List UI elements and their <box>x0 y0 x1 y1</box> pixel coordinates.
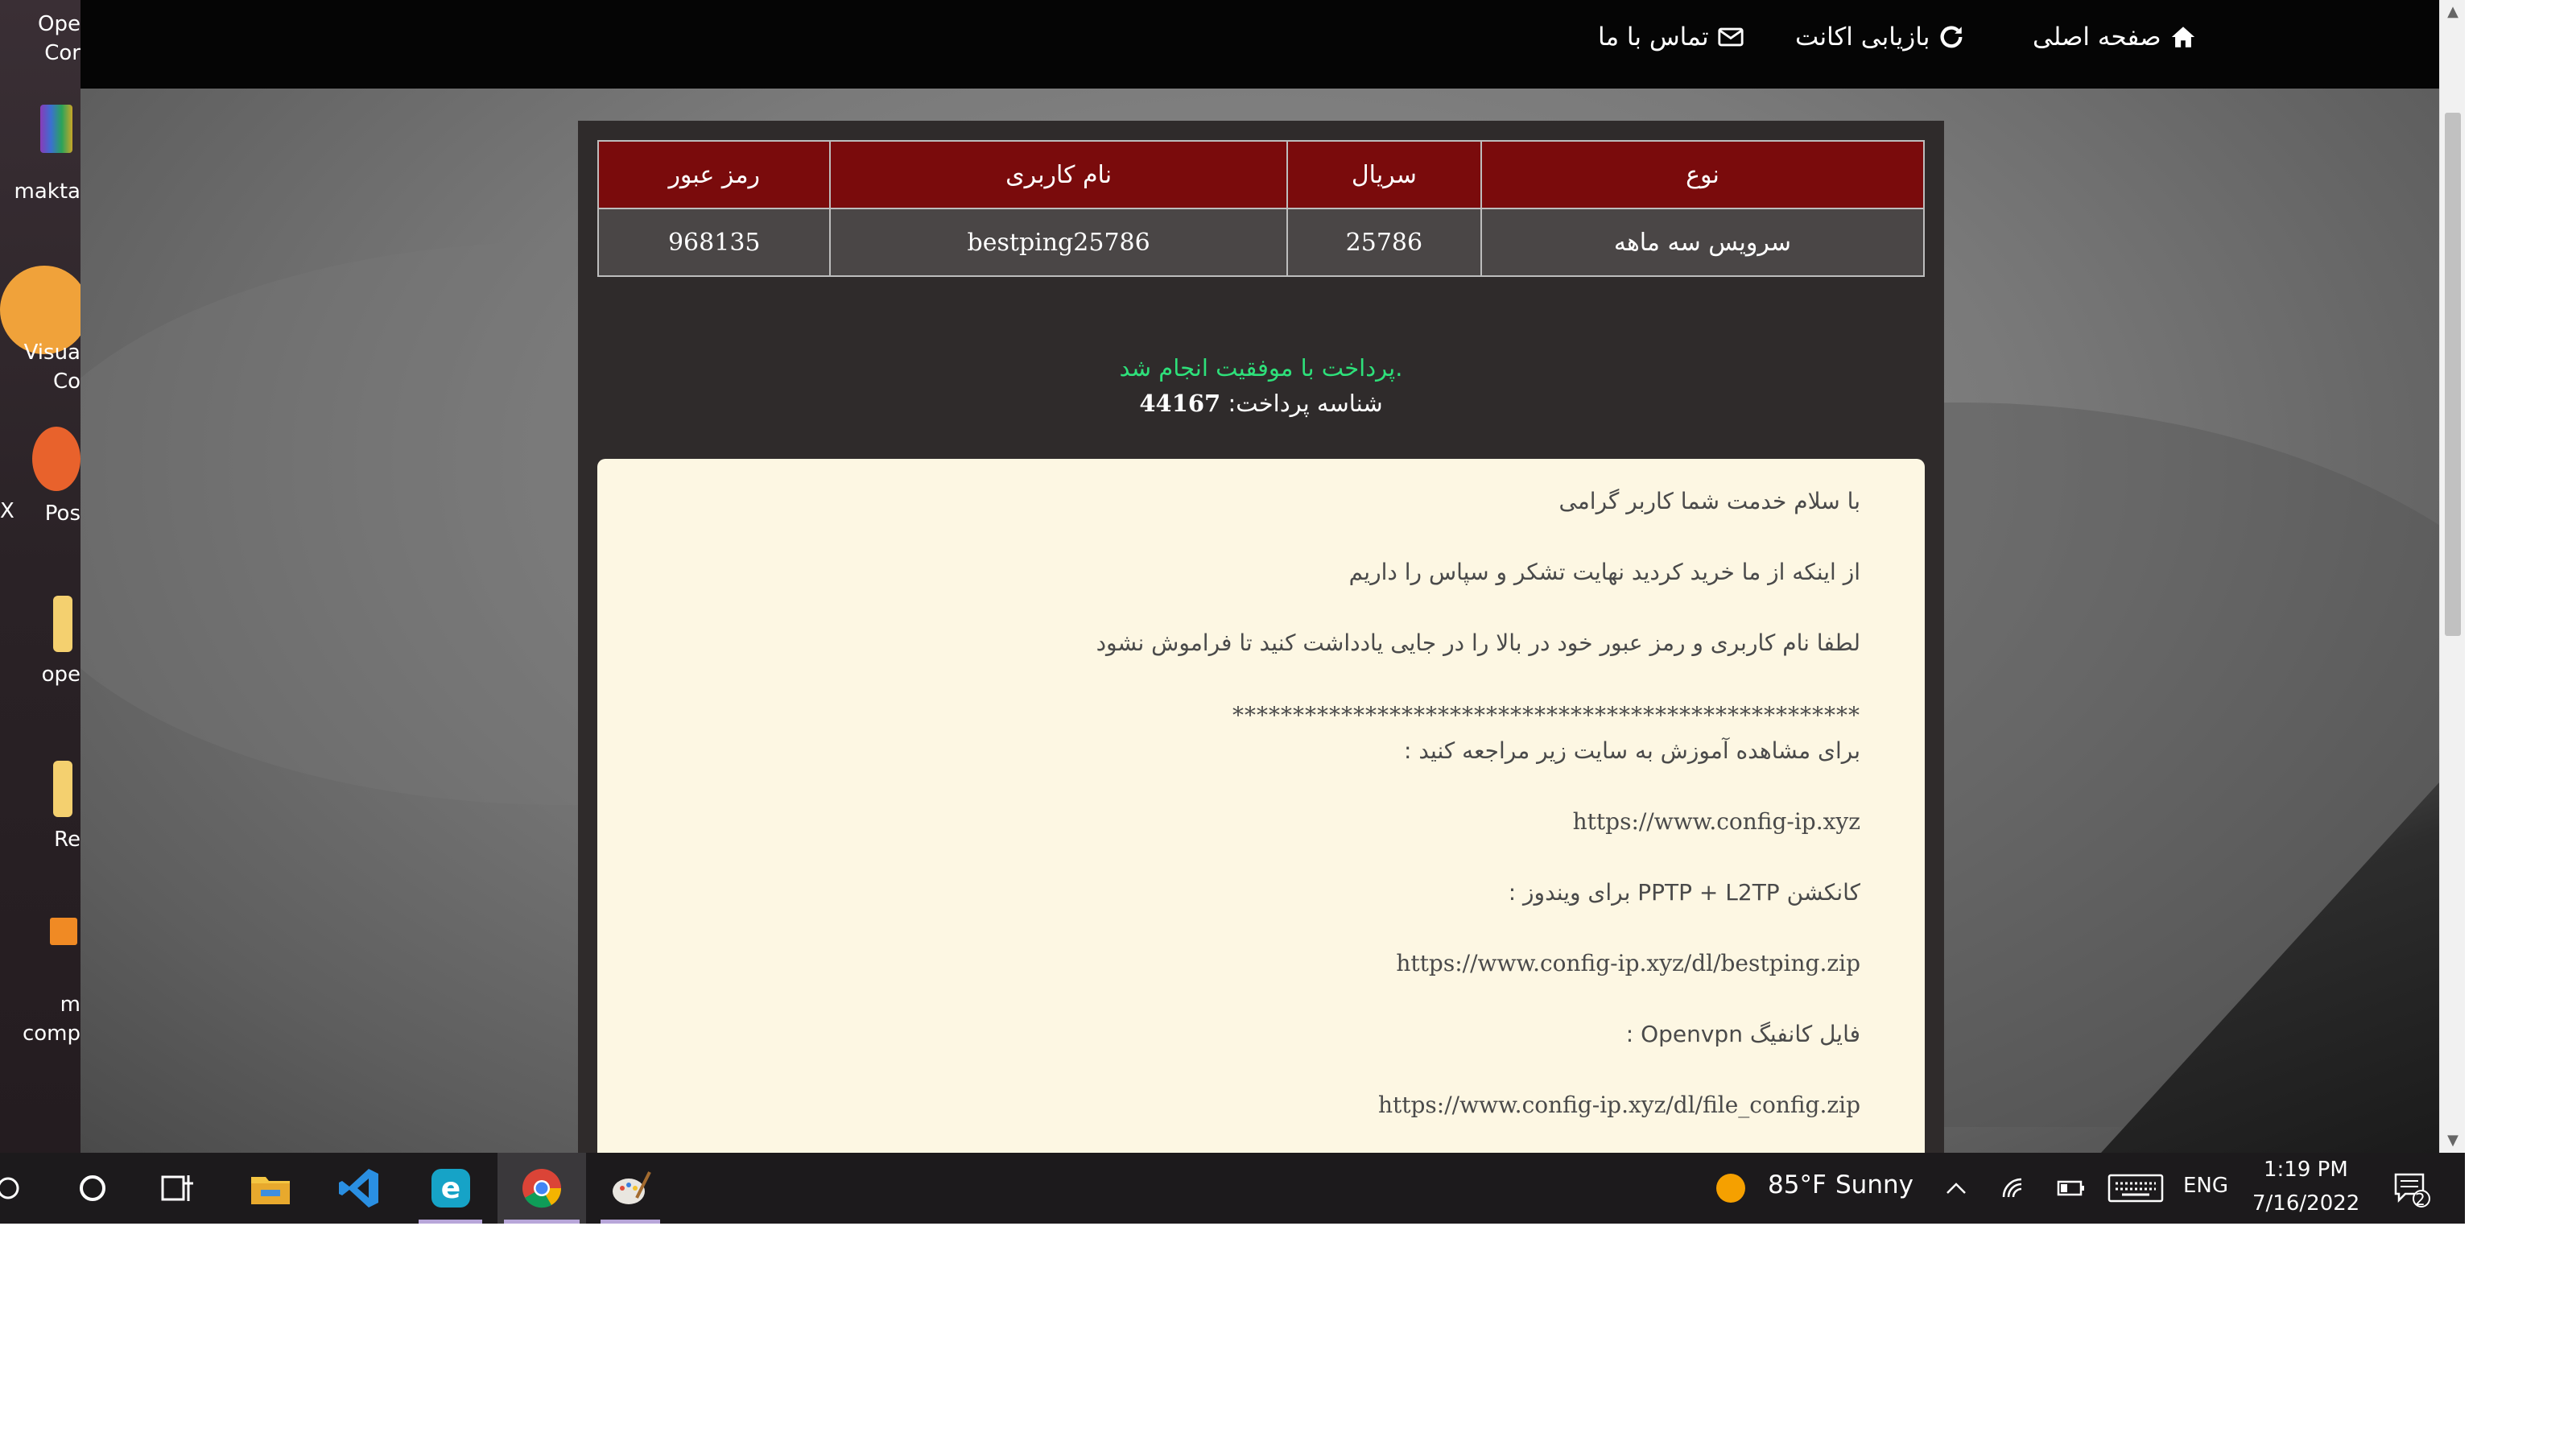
message-thanks: از اینکه از ما خرید کردید نهایت تشکر و س… <box>1348 559 1860 585</box>
message-greeting: با سلام خدمت شما کاربر گرامی <box>1558 488 1860 514</box>
payment-success-message: پرداخت با موفقیت انجام شد. <box>1119 354 1403 382</box>
page-scrollbar[interactable]: ▲ ▼ <box>2439 0 2465 1153</box>
desktop-item[interactable]: m comp <box>0 990 80 1048</box>
navbar: صفحه اصلی بازیابی اکانت تماس با ما <box>80 0 2439 89</box>
folder-icon <box>53 761 72 817</box>
desktop-item[interactable]: Re <box>0 825 80 854</box>
chrome-icon[interactable] <box>497 1153 586 1224</box>
desktop-item[interactable]: ope <box>0 660 80 689</box>
edge-legacy-icon[interactable]: e <box>412 1153 489 1224</box>
cell-password: 968135 <box>597 208 832 277</box>
weather-temperature[interactable]: 85°F <box>1768 1170 1827 1199</box>
battery-icon[interactable] <box>2051 1153 2091 1224</box>
nav-contact-label: تماس با ما <box>1598 23 1709 52</box>
pptp-download-link[interactable]: https://www.config-ip.xyz/dl/bestping.zi… <box>1396 950 1860 976</box>
search-icon[interactable] <box>0 1153 24 1224</box>
cell-serial: 25786 <box>1286 208 1482 277</box>
content-panel: رمز عبور نام کاربری سریال نوع 968135 bes… <box>578 121 1944 1153</box>
browser-viewport: صفحه اصلی بازیابی اکانت تماس با ما رمز ع… <box>80 0 2439 1153</box>
weather-description[interactable]: Sunny <box>1835 1170 1913 1199</box>
touch-keyboard-icon[interactable] <box>2103 1153 2169 1224</box>
table-row: 968135 bestping25786 25786 سرویس سه ماهه <box>597 208 1926 277</box>
openvpn-download-link[interactable]: https://www.config-ip.xyz/dl/file_config… <box>1378 1092 1860 1118</box>
message-box: با سلام خدمت شما کاربر گرامی از اینکه از… <box>597 459 1925 1153</box>
message-note: لطفا نام کاربری و رمز عبور خود در بالا ر… <box>1096 630 1860 656</box>
desktop-item[interactable]: Visua Co <box>0 338 80 396</box>
scroll-down-arrow-icon[interactable]: ▼ <box>2440 1129 2466 1153</box>
payment-id-label: شناسه پرداخت: <box>1228 390 1383 417</box>
header-password: رمز عبور <box>597 140 832 209</box>
paint-icon[interactable] <box>594 1153 667 1224</box>
network-icon <box>50 918 77 945</box>
cell-type: سرویس سه ماهه <box>1480 208 1926 277</box>
envelope-icon <box>1718 27 1744 47</box>
header-username: نام کاربری <box>829 140 1288 209</box>
clock-time[interactable]: 1:19 PM <box>2264 1158 2348 1182</box>
desktop-item[interactable]: Ope Cor <box>0 10 80 68</box>
message-tutorial-hint: برای مشاهده آموزش به سایت زیر مراجعه کنی… <box>1404 737 1860 764</box>
cortana-icon[interactable] <box>64 1153 121 1224</box>
winrar-icon <box>40 105 72 153</box>
message-separator: ****************************************… <box>1232 702 1860 729</box>
vscode-icon[interactable] <box>330 1153 388 1224</box>
message-openvpn-hint: فایل کانفیگ Openvpn : <box>1625 1021 1860 1047</box>
notification-count-badge: 2 <box>2415 1190 2425 1209</box>
nav-home-label: صفحه اصلی <box>2033 23 2161 52</box>
header-type: نوع <box>1480 140 1926 209</box>
payment-id: شناسه پرداخت: 44167 <box>578 390 1944 417</box>
payment-id-value: 44167 <box>1139 390 1221 417</box>
home-icon <box>2171 27 2194 47</box>
nav-recover-label: بازیابی اکانت <box>1795 23 1930 52</box>
desktop-strip: Ope Cor makta Visua Co Pos X ope Re m co… <box>0 0 80 1153</box>
nav-contact-link[interactable]: تماس با ما <box>1598 23 1744 52</box>
desktop-item-label: X <box>0 499 14 523</box>
refresh-icon <box>1940 26 1963 48</box>
scroll-thumb[interactable] <box>2445 113 2461 636</box>
nav-recover-account-link[interactable]: بازیابی اکانت <box>1795 23 1965 52</box>
taskbar-active-indicator <box>601 1220 660 1224</box>
taskbar-active-indicator <box>504 1220 580 1224</box>
task-view-icon[interactable] <box>149 1153 205 1224</box>
postman-icon <box>32 427 80 491</box>
weather-sun-icon[interactable] <box>1707 1153 1755 1224</box>
message-pptp-hint: کانکشن PPTP + L2TP برای ویندوز : <box>1508 879 1860 906</box>
nav-home-link[interactable]: صفحه اصلی <box>2033 23 2197 52</box>
scroll-up-arrow-icon[interactable]: ▲ <box>2440 0 2466 24</box>
tutorial-link[interactable]: https://www.config-ip.xyz <box>1573 808 1860 835</box>
folder-icon <box>53 596 72 652</box>
file-explorer-icon[interactable] <box>242 1153 299 1224</box>
desktop-item[interactable]: makta <box>0 177 80 206</box>
wifi-icon[interactable] <box>1995 1153 2035 1224</box>
svg-text:e: e <box>440 1172 460 1205</box>
taskbar-active-indicator <box>419 1220 482 1224</box>
taskbar: e 85°F Sunny ENG 1:19 PM 7/16/2022 2 <box>0 1153 2465 1224</box>
notifications-icon[interactable]: 2 <box>2383 1153 2439 1224</box>
clock-date[interactable]: 7/16/2022 <box>2252 1191 2359 1216</box>
table-header-row: رمز عبور نام کاربری سریال نوع <box>597 140 1926 209</box>
chevron-up-icon[interactable] <box>1936 1153 1976 1224</box>
account-info-table: رمز عبور نام کاربری سریال نوع 968135 bes… <box>597 140 1926 277</box>
header-serial: سریال <box>1286 140 1482 209</box>
cell-username: bestping25786 <box>829 208 1288 277</box>
language-indicator[interactable]: ENG <box>2183 1174 2228 1198</box>
